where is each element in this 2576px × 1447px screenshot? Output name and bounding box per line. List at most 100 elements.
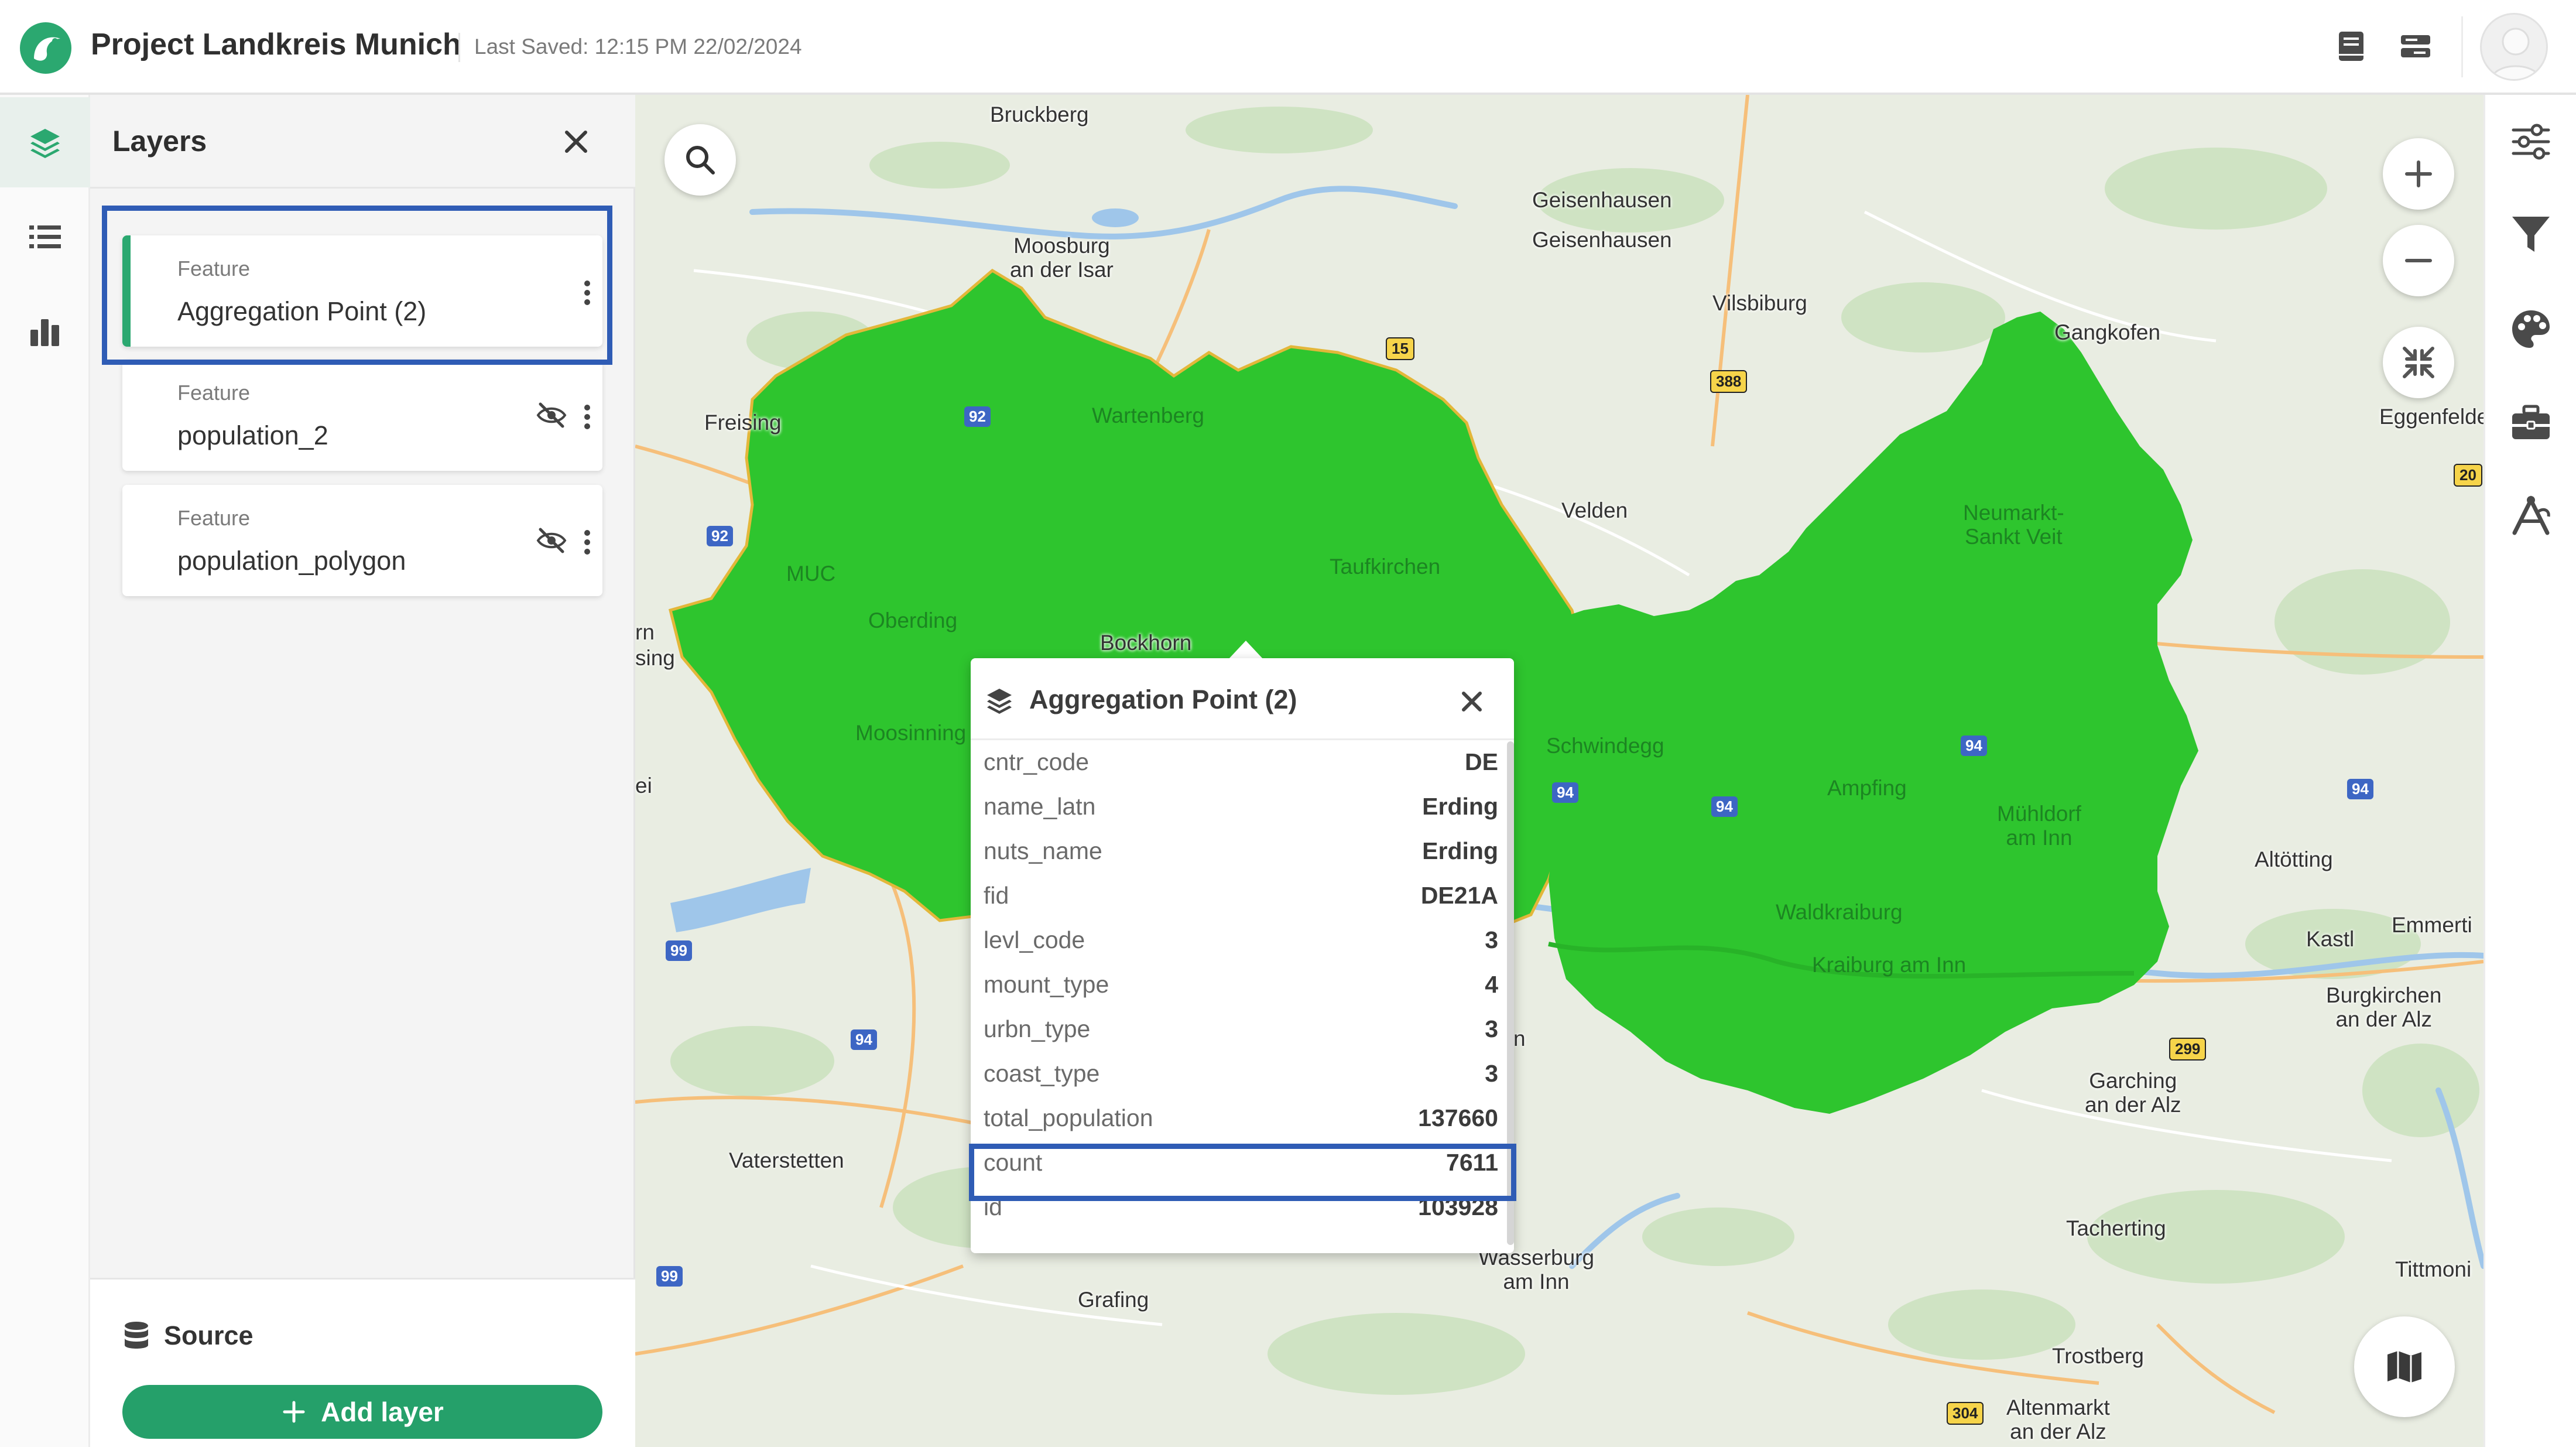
road-shield: 94 — [1711, 796, 1738, 817]
place-label: Kastl — [2306, 927, 2355, 951]
attribute-value: Erding — [1422, 837, 1498, 864]
visibility-hidden-icon[interactable] — [535, 398, 568, 432]
road-shield: 94 — [851, 1029, 877, 1050]
place-label: Tittmoni — [2395, 1257, 2472, 1281]
plus-icon — [283, 1401, 305, 1423]
attribute-row: nuts_name Erding — [971, 829, 1506, 874]
place-label: Wasserburg am Inn — [1478, 1246, 1595, 1294]
layer-name-label: population_2 — [177, 420, 328, 450]
place-label: Waldkraiburg — [1776, 900, 1903, 924]
place-label: Moosinning — [855, 721, 967, 745]
zoom-out-icon — [2405, 259, 2432, 262]
add-layer-button[interactable]: Add layer — [122, 1385, 602, 1439]
road-shield: 92 — [707, 526, 733, 546]
attribute-row: cntr_code DE — [971, 740, 1506, 785]
attribute-row: fid DE21A — [971, 874, 1506, 918]
place-label: Vaterstetten — [729, 1148, 844, 1172]
place-label: Neumarkt- Sankt Veit — [1963, 501, 2064, 549]
user-avatar[interactable] — [2480, 13, 2548, 81]
close-icon[interactable] — [1459, 689, 1485, 714]
rail-charts-button[interactable] — [0, 286, 90, 377]
scenario-icon[interactable] — [2509, 494, 2553, 539]
fit-extent-icon — [2403, 347, 2434, 378]
place-label: Vilsbiburg — [1712, 291, 1807, 315]
right-tool-rail — [2483, 95, 2576, 1447]
layer-card-population-2[interactable]: Feature population_2 — [122, 360, 602, 471]
header-separator — [2461, 16, 2463, 77]
place-label: Oberding — [868, 608, 958, 632]
place-label: Eggenfelde — [2379, 405, 2483, 429]
place-label: Velden — [1561, 498, 1628, 522]
place-label: Altötting — [2255, 847, 2333, 871]
legend-list-icon — [29, 225, 61, 248]
attribute-key: urbn_type — [984, 1015, 1091, 1042]
database-icon — [125, 1322, 148, 1349]
add-layer-label: Add layer — [321, 1397, 444, 1427]
layer-type-label: Feature — [177, 381, 251, 405]
place-label: Taufkirchen — [1330, 555, 1441, 579]
attribute-value: 3 — [1485, 1060, 1498, 1087]
map-canvas[interactable]: Bruckberg Geisenhausen Geisenhausen Moos… — [635, 95, 2483, 1447]
style-palette-icon[interactable] — [2509, 307, 2553, 351]
layer-type-label: Feature — [177, 506, 251, 530]
chart-icon — [30, 319, 59, 346]
popup-header: Aggregation Point (2) — [971, 658, 1514, 740]
more-options-icon[interactable] — [579, 526, 595, 559]
close-icon[interactable] — [559, 124, 594, 159]
attribute-key: name_latn — [984, 793, 1096, 820]
attribute-value: 3 — [1485, 1015, 1498, 1042]
basemap-switcher-button[interactable] — [2354, 1316, 2455, 1417]
road-shield: 94 — [1552, 782, 1578, 803]
layer-card-population-polygon[interactable]: Feature population_polygon — [122, 485, 602, 596]
rail-legend-button[interactable] — [0, 191, 90, 282]
attribute-row: total_population 137660 — [971, 1096, 1506, 1141]
layers-panel-header: Layers — [90, 95, 635, 189]
attribute-value: DE — [1465, 748, 1498, 775]
app-logo-icon[interactable] — [16, 18, 75, 76]
attribute-row: name_latn Erding — [971, 785, 1506, 829]
place-label: Emmerti — [2392, 913, 2472, 937]
attribute-value: DE21A — [1420, 882, 1498, 909]
layers-panel-title: Layers — [112, 125, 207, 158]
rail-layers-button[interactable] — [0, 97, 90, 187]
place-label: sing — [635, 646, 675, 670]
popup-pointer — [1228, 641, 1263, 659]
map-search-button[interactable] — [664, 124, 736, 196]
zoom-in-button[interactable] — [2383, 138, 2454, 210]
place-label: MUC — [786, 562, 836, 586]
attribute-key: coast_type — [984, 1060, 1100, 1087]
road-shield: 15 — [1386, 337, 1414, 360]
place-label: rn — [635, 620, 655, 644]
layer-settings-icon[interactable] — [2509, 119, 2553, 164]
place-label: ei — [635, 774, 652, 798]
filter-icon[interactable] — [2509, 212, 2553, 256]
layers-icon — [30, 129, 60, 158]
attribute-key: mount_type — [984, 971, 1109, 998]
place-label: Ampfing — [1827, 776, 1907, 800]
place-label: Gangkofen — [2054, 320, 2161, 344]
visibility-hidden-icon[interactable] — [535, 524, 568, 557]
attribute-value: 3 — [1485, 926, 1498, 953]
fit-extent-button[interactable] — [2383, 327, 2454, 398]
left-nav-rail — [0, 95, 90, 1447]
docs-icon[interactable] — [2333, 28, 2369, 64]
attribute-row: coast_type 3 — [971, 1052, 1506, 1096]
source-section: Source Add layer — [90, 1278, 635, 1447]
place-label: Bockhorn — [1100, 631, 1192, 655]
road-shield: 92 — [964, 406, 991, 427]
settings-panel-icon[interactable] — [2397, 28, 2434, 64]
attribute-key: nuts_name — [984, 837, 1102, 864]
project-title[interactable]: Project Landkreis Munich — [91, 27, 461, 62]
place-label: Kraiburg am Inn — [1812, 953, 1967, 977]
attribute-key: total_population — [984, 1104, 1153, 1131]
title-divider — [458, 33, 460, 62]
place-label: Trostberg — [2052, 1344, 2144, 1368]
toolbox-icon[interactable] — [2509, 401, 2553, 445]
place-label: Schwindegg — [1546, 734, 1664, 758]
place-label: Geisenhausen — [1532, 188, 1672, 212]
attribute-row: levl_code 3 — [971, 918, 1506, 963]
zoom-out-button[interactable] — [2383, 225, 2454, 296]
zoom-in-icon — [2405, 160, 2432, 187]
place-label: Tacherting — [2066, 1216, 2166, 1240]
more-options-icon[interactable] — [579, 401, 595, 433]
